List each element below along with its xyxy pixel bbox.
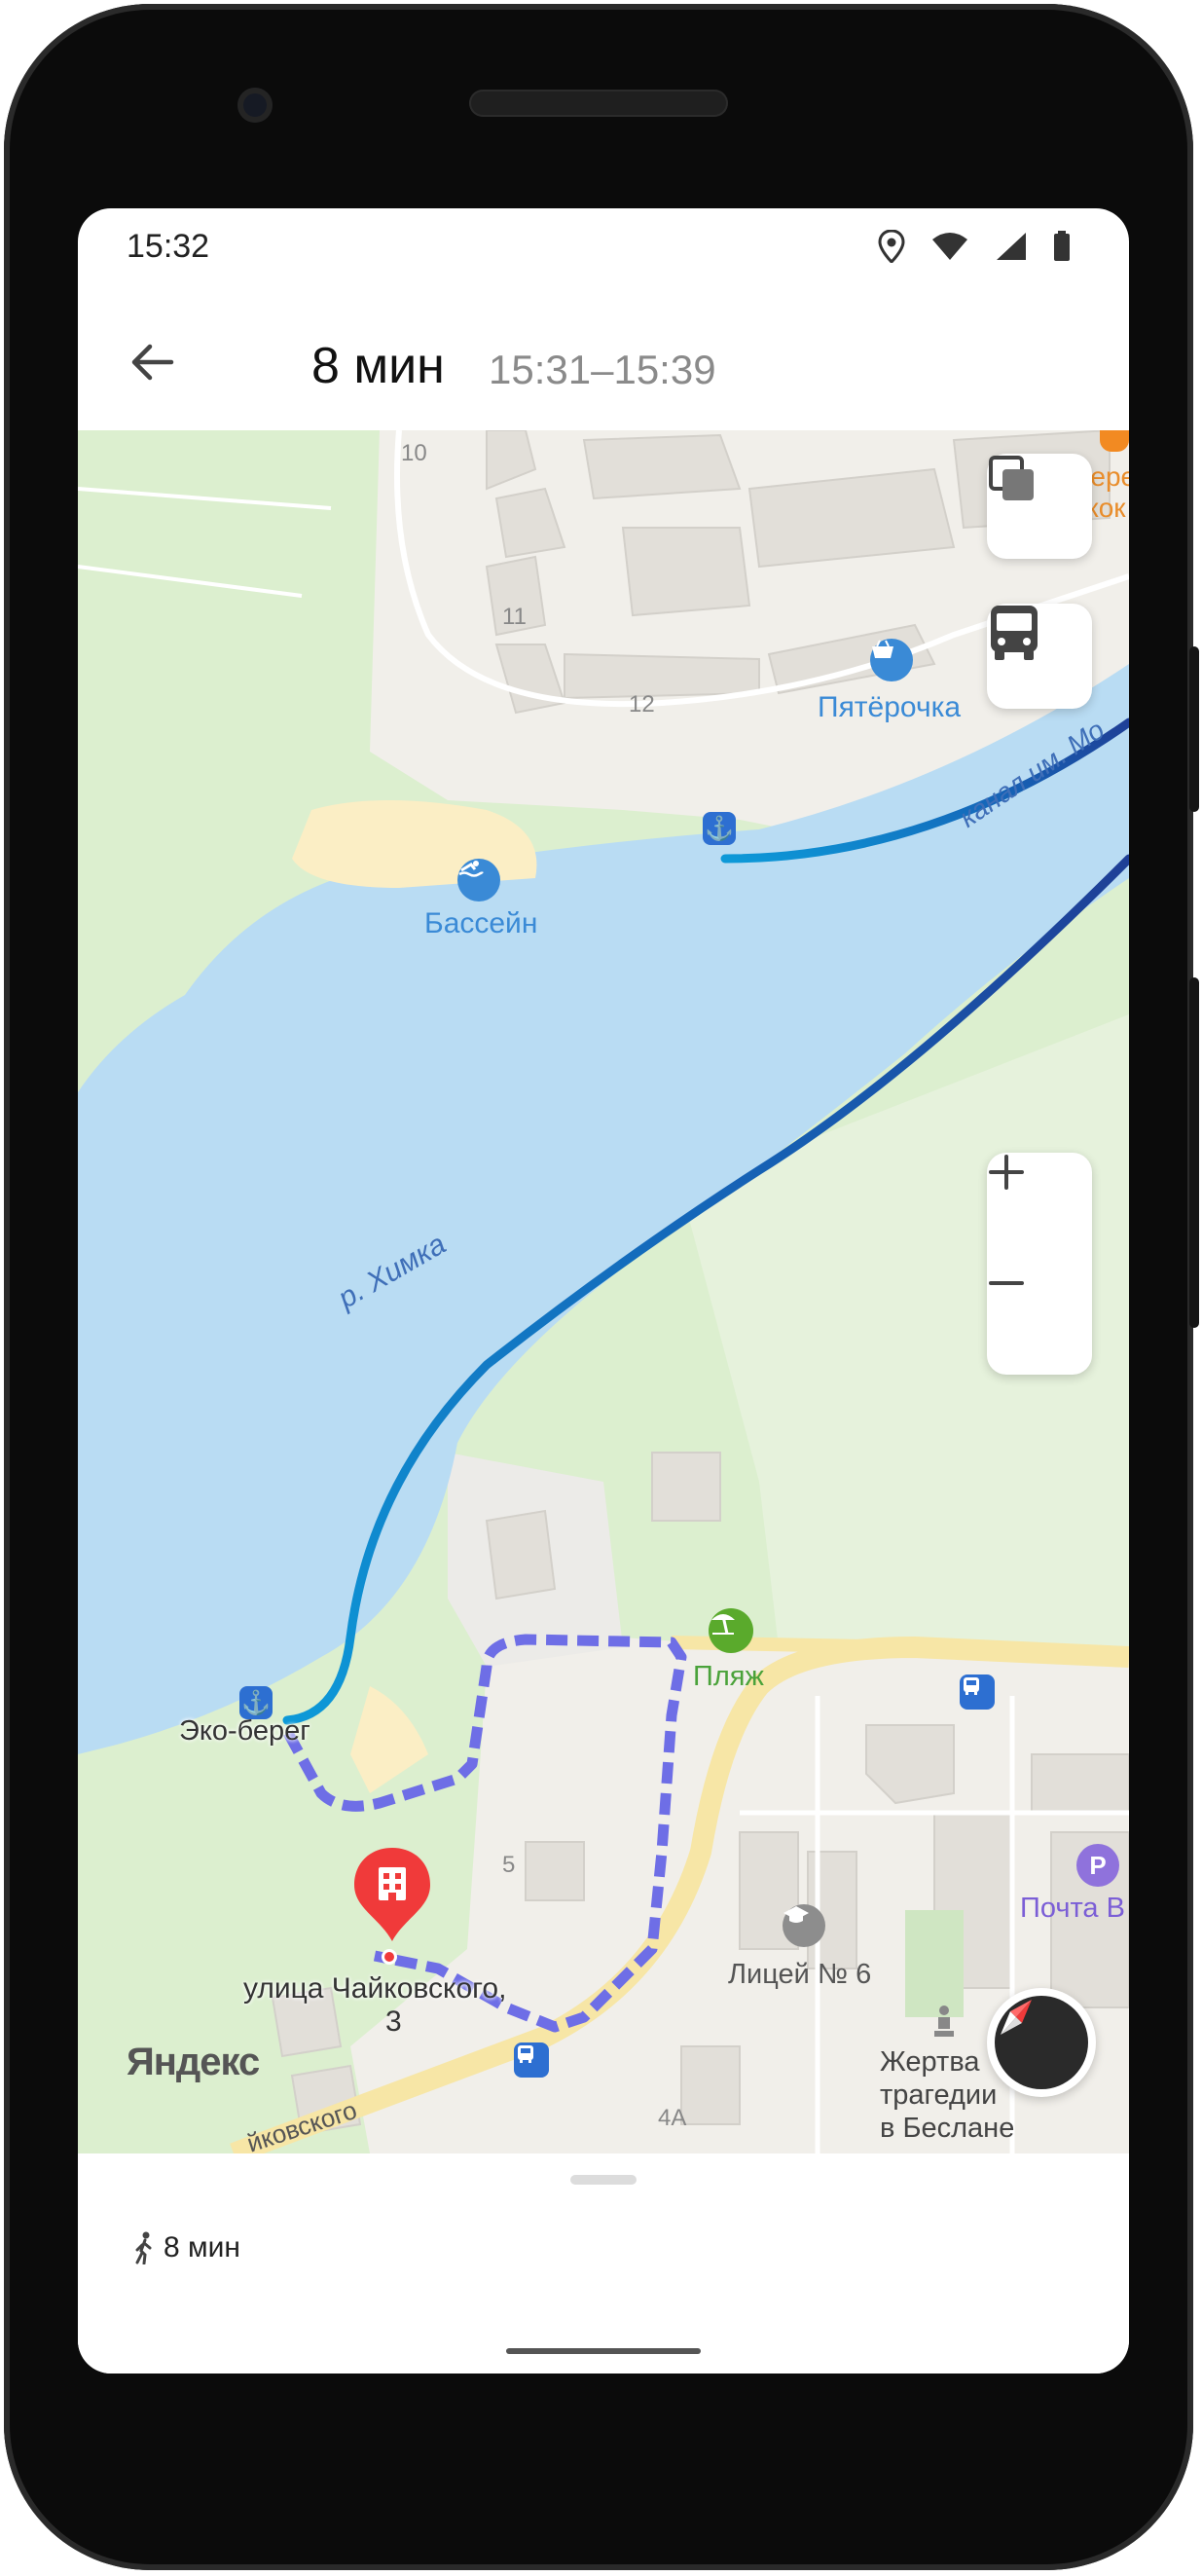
home-indicator[interactable] bbox=[506, 2348, 701, 2354]
status-icons bbox=[878, 230, 1071, 263]
zoom-in-button[interactable] bbox=[987, 1153, 1092, 1264]
sheet-drag-handle[interactable] bbox=[570, 2175, 637, 2185]
map-canvas bbox=[78, 430, 1129, 2153]
poi-label-memorial[interactable]: Жертва bbox=[880, 2046, 980, 2079]
back-arrow-icon bbox=[131, 344, 174, 381]
beach-icon[interactable] bbox=[709, 1608, 753, 1653]
pin-icon bbox=[354, 1848, 430, 1941]
shop-icon-orange[interactable] bbox=[1100, 430, 1129, 452]
zoom-out-button[interactable] bbox=[987, 1264, 1092, 1375]
anchor-icon[interactable]: ⚓ bbox=[239, 1686, 273, 1719]
back-button[interactable] bbox=[117, 327, 187, 397]
poi-label-beach[interactable]: Пляж bbox=[693, 1661, 764, 1693]
status-time: 15:32 bbox=[127, 228, 210, 265]
destination-pin[interactable] bbox=[350, 1846, 434, 1943]
walk-time-row: 8 мин bbox=[132, 2231, 240, 2264]
road-beach bbox=[671, 1636, 916, 1654]
zoom-controls bbox=[987, 1153, 1092, 1375]
route-time-range: 15:31–15:39 bbox=[489, 347, 716, 392]
sports-field bbox=[905, 1910, 964, 2017]
building-number-label: 12 bbox=[629, 691, 655, 718]
power-button bbox=[1189, 646, 1199, 812]
building-number-label: 5 bbox=[502, 1852, 516, 1878]
building-number-label: 4А bbox=[658, 2105, 687, 2131]
layers-button[interactable] bbox=[987, 454, 1092, 559]
poi-label-memorial: трагедии bbox=[880, 2079, 998, 2111]
shop-icon[interactable] bbox=[870, 639, 913, 681]
walk-time-label: 8 мин bbox=[164, 2231, 240, 2263]
map-view[interactable]: 10 11 12 5 4А Бере жок Пятёрочка Бассейн… bbox=[78, 430, 1129, 2153]
pool-icon[interactable] bbox=[457, 859, 500, 902]
building-number-label: 10 bbox=[401, 440, 427, 466]
wifi-icon bbox=[932, 233, 967, 260]
front-camera bbox=[237, 88, 273, 123]
transport-button[interactable] bbox=[987, 604, 1092, 709]
route-bottom-sheet[interactable]: 8 мин bbox=[78, 2153, 1129, 2374]
anchor-icon[interactable]: ⚓ bbox=[703, 812, 736, 845]
volume-button bbox=[1189, 977, 1199, 1328]
bus-stop-icon[interactable] bbox=[960, 1674, 995, 1710]
minus-icon bbox=[989, 1281, 1024, 1285]
building-number-label: 11 bbox=[502, 604, 527, 630]
yandex-logo: Яндекс bbox=[127, 2041, 260, 2083]
compass-icon bbox=[1001, 2000, 1032, 2035]
destination-address-line1: улица Чайковского, bbox=[243, 1972, 507, 2005]
pier-label-eco-bereg: Эко-берег bbox=[179, 1715, 310, 1747]
status-bar: 15:32 bbox=[78, 208, 1129, 294]
poi-label-post[interactable]: Почта В bbox=[1020, 1893, 1125, 1925]
poi-label-pyaterochka[interactable]: Пятёрочка bbox=[818, 691, 961, 724]
route-duration: 8 мин bbox=[311, 338, 445, 394]
earpiece-speaker bbox=[469, 90, 728, 117]
compass-button[interactable] bbox=[987, 1988, 1096, 2097]
bus-icon bbox=[991, 606, 1038, 660]
destination-dot-inner bbox=[384, 1952, 394, 1962]
phone-frame: 15:32 8 мин 15:31–15:39 10 11 12 5 4А ер… bbox=[4, 4, 1199, 2570]
poi-label-pool[interactable]: Бассейн bbox=[424, 907, 537, 940]
plus-icon bbox=[989, 1155, 1024, 1190]
signal-icon bbox=[997, 233, 1026, 260]
layers-icon bbox=[989, 456, 1034, 500]
destination-address-line2: 3 bbox=[385, 2006, 402, 2038]
battery-icon bbox=[1054, 231, 1070, 261]
location-icon bbox=[878, 230, 905, 263]
monument-icon[interactable] bbox=[930, 2004, 958, 2039]
lyceum-icon[interactable] bbox=[783, 1904, 825, 1947]
screen: 15:32 8 мин 15:31–15:39 10 11 12 5 4А ер… bbox=[78, 208, 1129, 2374]
poi-label-memorial: в Беслане bbox=[880, 2113, 1015, 2144]
bus-stop-icon[interactable] bbox=[514, 2042, 549, 2078]
poi-label-lyceum[interactable]: Лицей № 6 bbox=[728, 1959, 871, 1991]
walking-person-icon bbox=[135, 2231, 152, 2264]
parking-icon[interactable]: P bbox=[1076, 1844, 1119, 1887]
route-header: 8 мин 15:31–15:39 bbox=[78, 294, 1129, 430]
